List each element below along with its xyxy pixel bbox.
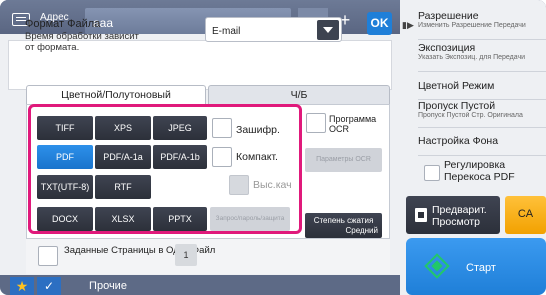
preview-button[interactable]: Предварит. Просмотр <box>406 196 500 234</box>
compression-button[interactable]: Степень сжатия Средний <box>305 213 382 238</box>
dropdown-arrow-icon[interactable] <box>317 20 339 40</box>
compression-label: Степень сжатия <box>313 216 374 225</box>
ocr-settings-button[interactable]: Параметры OCR <box>305 148 382 172</box>
send-mode-select[interactable]: E-mail <box>205 17 342 42</box>
favorite-star-button[interactable]: ★ <box>10 277 34 295</box>
start-diamond-icon <box>424 253 450 279</box>
highlight-frame <box>28 104 302 234</box>
color-tabs: Цветной/Полутоновый Ч/Б <box>26 85 390 104</box>
skip-blank-title: Пропуск Пустой <box>418 100 496 112</box>
format-title: Формат Файла <box>25 18 101 30</box>
resolution-title: Разрешение <box>418 10 479 22</box>
exposure-subtitle: Указать Экспозиц. для Передачи <box>418 54 526 61</box>
star-icon: ★ <box>15 278 29 294</box>
pages-per-file-value[interactable]: 1 <box>175 244 197 266</box>
pdf-skew-checkbox[interactable] <box>424 165 440 181</box>
exposure-title: Экспозиция <box>418 42 476 54</box>
skip-blank-subtitle: Пропуск Пустой Стр. Оригинала <box>418 112 523 119</box>
skip-blank-item[interactable]: Пропуск Пустой Пропуск Пустой Стр. Ориги… <box>418 98 546 128</box>
pages-per-file-checkbox[interactable] <box>38 246 58 266</box>
background-adjust-item[interactable]: Настройка Фона <box>418 132 546 156</box>
resolution-item[interactable]: Разрешение Изменить Разрешение Передачи <box>418 10 546 40</box>
start-button[interactable]: Старт <box>406 238 546 295</box>
resolution-subtitle: Изменить Разрешение Передачи <box>418 22 526 29</box>
preview-icon <box>415 208 427 222</box>
preview-label: Предварит. Просмотр <box>432 204 487 228</box>
check-icon: ✓ <box>43 279 55 293</box>
ocr-program-label: Программа OCR <box>329 114 377 134</box>
color-mode-title: Цветной Режим <box>418 80 495 92</box>
ocr-program-checkbox[interactable] <box>306 113 326 133</box>
format-note: Время обработки зависит от формата. <box>25 31 139 53</box>
start-label: Старт <box>466 262 496 274</box>
color-mode-item[interactable]: Цветной Режим <box>418 76 546 100</box>
confirm-check-button[interactable]: ✓ <box>37 277 61 295</box>
others-button[interactable]: Прочие <box>74 277 142 295</box>
tab-black-white[interactable]: Ч/Б <box>208 85 390 104</box>
exposure-item[interactable]: Экспозиция Указать Экспозиц. для Передач… <box>418 42 546 72</box>
background-adjust-title: Настройка Фона <box>418 135 499 147</box>
clear-all-button[interactable]: CA <box>505 196 546 234</box>
ok-button[interactable]: OK <box>367 12 392 35</box>
collapse-arrow-icon[interactable]: ▮▶ <box>402 20 414 31</box>
pdf-skew-label: Регулировка Перекоса PDF <box>444 159 515 183</box>
screen: Адрес aaa 1 + Формат Файла Время обработ… <box>0 0 546 295</box>
tab-color-grayscale[interactable]: Цветной/Полутоновый <box>26 85 206 104</box>
send-mode-value: E-mail <box>212 26 241 37</box>
compression-value: Средний <box>345 226 378 235</box>
